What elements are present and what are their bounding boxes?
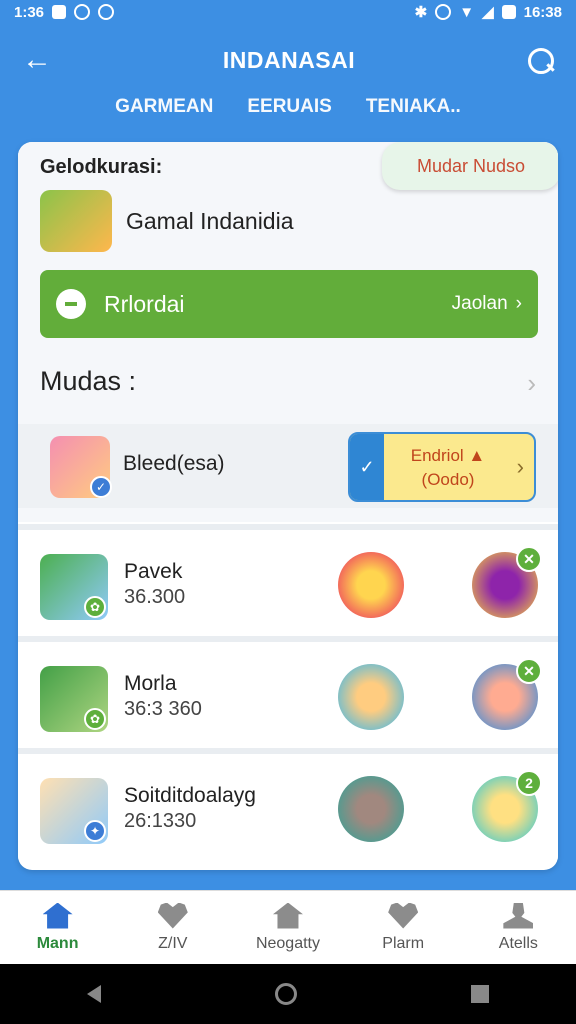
item-thumbnail: ✦ bbox=[40, 778, 108, 844]
system-nav-bar bbox=[0, 964, 576, 1024]
avatar bbox=[338, 552, 404, 618]
signal-icon: ◢ bbox=[482, 4, 494, 21]
section-chevron-icon[interactable]: › bbox=[527, 368, 536, 399]
chevron-right-icon: › bbox=[515, 293, 522, 314]
nav-item-atells[interactable]: Atells bbox=[468, 902, 568, 953]
item-thumbnail: ✿ bbox=[40, 554, 108, 620]
battery-icon bbox=[501, 5, 516, 19]
list-item[interactable]: ✿ Pavek 36.300 ✕ bbox=[18, 524, 558, 636]
search-icon[interactable] bbox=[526, 46, 554, 74]
green-action-bar[interactable]: Rrlordai Jaolan › bbox=[40, 270, 538, 338]
green-bar-right: Jaolan › bbox=[452, 293, 522, 315]
status-right: ✱ ▼ ◢ 16:38 bbox=[414, 3, 562, 22]
game-row[interactable]: Gamal Indanidia bbox=[40, 190, 294, 252]
nav-label: Plarm bbox=[382, 934, 425, 952]
manage-button-label: Mudar Nudso bbox=[416, 155, 526, 176]
tab-garmean[interactable]: GARMEAN bbox=[115, 96, 213, 126]
main-card: Gelodkurasi: Mudar Nudso Gamal Indanidia… bbox=[18, 142, 558, 870]
green-bar-left: Rrlordai bbox=[56, 289, 185, 319]
avatar bbox=[338, 664, 404, 730]
tab-eeruais[interactable]: EERUAIS bbox=[247, 96, 331, 126]
nav-item-ziv[interactable]: Z/IV bbox=[123, 902, 223, 953]
game-thumbnail bbox=[40, 190, 112, 252]
leaf-badge-icon: ✿ bbox=[84, 596, 106, 618]
close-badge-icon[interactable]: ✕ bbox=[516, 658, 542, 684]
notification-icon bbox=[52, 5, 67, 19]
list-item[interactable]: ✿ Morla 36:3 360 ✕ bbox=[18, 636, 558, 748]
item-score: 36:3 360 bbox=[124, 698, 202, 720]
status-time-right: 16:38 bbox=[523, 3, 562, 21]
page-title: INDANASAI bbox=[222, 46, 356, 73]
home-icon bbox=[42, 902, 73, 929]
check-icon: ✓ bbox=[350, 434, 384, 500]
nav-item-neogatty[interactable]: Neogatty bbox=[238, 902, 338, 953]
item-score: 26:1330 bbox=[124, 810, 197, 832]
status-time-left: 1:36 bbox=[14, 3, 45, 21]
search-status-icon bbox=[74, 4, 91, 20]
bluetooth-icon: ✱ bbox=[414, 4, 428, 21]
close-badge-icon[interactable]: ✕ bbox=[516, 546, 542, 572]
item-name: Bleed(esa) bbox=[123, 452, 225, 475]
item-thumbnail: ✓ bbox=[50, 436, 112, 498]
item-thumbnail: ✿ bbox=[40, 666, 108, 732]
nav-item-plarm[interactable]: Plarm bbox=[353, 902, 453, 953]
status-bar: 1:36 ✱ ▼ ◢ 16:38 bbox=[0, 0, 576, 24]
heart-icon bbox=[388, 902, 419, 929]
list-item[interactable]: ✦ Soitditdoalayg 26:1330 2 bbox=[18, 748, 558, 860]
action-line2: (Oodo) bbox=[421, 470, 475, 489]
action-line1: Endriol ▲ bbox=[410, 446, 486, 465]
home-button-icon[interactable] bbox=[275, 983, 297, 1005]
heart-icon bbox=[157, 902, 188, 929]
download-status-icon bbox=[98, 4, 115, 20]
nav-label: Mann bbox=[36, 934, 79, 952]
item-action-button[interactable]: ✓ Endriol ▲ (Oodo) › bbox=[348, 432, 536, 502]
house-icon bbox=[272, 902, 303, 929]
nav-item-mann[interactable]: Mann bbox=[8, 902, 108, 953]
item-score: 36.300 bbox=[124, 586, 186, 608]
chevron-right-icon: › bbox=[516, 454, 524, 479]
choose-label: Gelodkurasi: bbox=[40, 156, 163, 178]
green-bar-action: Jaolan bbox=[451, 293, 508, 314]
action-text: Endriol ▲ (Oodo) bbox=[388, 444, 508, 492]
count-badge[interactable]: 2 bbox=[516, 770, 542, 796]
game-name: Gamal Indanidia bbox=[126, 207, 294, 234]
alarm-icon bbox=[435, 4, 452, 20]
item-name: Pavek bbox=[124, 560, 183, 583]
wifi-icon: ▼ bbox=[459, 3, 475, 21]
status-left: 1:36 bbox=[14, 3, 115, 21]
green-bar-label: Rrlordai bbox=[104, 290, 185, 317]
clock-icon bbox=[56, 289, 86, 319]
nav-label: Atells bbox=[498, 934, 538, 952]
recents-icon[interactable] bbox=[471, 985, 489, 1003]
back-arrow-icon[interactable]: ← bbox=[22, 45, 52, 75]
sparkle-badge-icon: ✦ bbox=[84, 820, 106, 842]
item-name: Soitditdoalayg bbox=[124, 784, 256, 807]
section-title: Mudas : bbox=[40, 366, 137, 396]
nav-label: Neogatty bbox=[255, 934, 320, 952]
nav-label: Z/IV bbox=[158, 934, 188, 952]
user-icon bbox=[503, 902, 534, 929]
leaf-badge-icon: ✿ bbox=[84, 708, 106, 730]
check-badge-icon: ✓ bbox=[90, 476, 112, 498]
avatar bbox=[338, 776, 404, 842]
app-bar: ← INDANASAI bbox=[0, 34, 576, 86]
back-icon[interactable] bbox=[87, 985, 101, 1003]
bottom-nav: Mann Z/IV Neogatty Plarm Atells bbox=[0, 890, 576, 964]
tab-bar: GARMEAN EERUAIS TENIAKA.. bbox=[0, 96, 576, 126]
manage-button[interactable]: Mudar Nudso bbox=[382, 142, 558, 190]
tab-teniaka[interactable]: TENIAKA.. bbox=[366, 96, 461, 126]
first-list-item[interactable]: ✓ Bleed(esa) ✓ Endriol ▲ (Oodo) › bbox=[18, 424, 558, 508]
item-name: Morla bbox=[124, 672, 177, 695]
